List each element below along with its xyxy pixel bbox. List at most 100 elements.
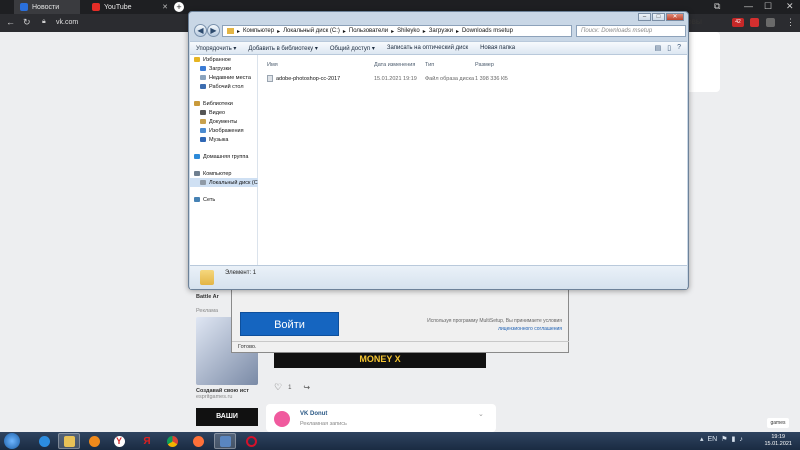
- extensions-icon[interactable]: [766, 18, 775, 27]
- breadcrumb-item[interactable]: Загрузки: [429, 28, 453, 34]
- network-icon[interactable]: ▮: [732, 435, 736, 443]
- breadcrumb-item[interactable]: Пользователи: [349, 28, 388, 34]
- libraries-icon: [194, 101, 200, 106]
- explorer-nav-bar: ◀ ▶ ▸ Компьютер ▸ Локальный диск (C:) ▸ Пол…: [192, 23, 686, 40]
- license-link[interactable]: лицензионного соглашения: [498, 326, 562, 332]
- maximize-button[interactable]: □: [652, 13, 665, 21]
- terms-text: Используя программу MultiSetup, Вы прини…: [422, 317, 562, 333]
- refresh-icon[interactable]: ↻: [23, 17, 31, 28]
- nav-local-disk[interactable]: Локальный диск (C: [190, 178, 258, 187]
- search-input[interactable]: Поиск: Downloads msetup: [576, 25, 686, 37]
- status-bar: Элемент: 1: [190, 265, 687, 289]
- breadcrumb[interactable]: ▸ Компьютер ▸ Локальный диск (C:) ▸ Пользов…: [222, 25, 572, 37]
- close-icon[interactable]: ✕: [786, 1, 794, 12]
- ad-domain: espritgames.ru: [196, 394, 233, 400]
- forward-button[interactable]: ▶: [207, 24, 220, 37]
- extension-badge[interactable]: 42: [732, 18, 744, 27]
- star-icon: [194, 57, 200, 62]
- minimize-button[interactable]: –: [638, 13, 651, 21]
- nav-recent[interactable]: Недавние места: [200, 73, 251, 82]
- login-button[interactable]: Войти: [240, 312, 339, 336]
- ad2-banner[interactable]: ВАШИ: [196, 408, 258, 426]
- share-icon[interactable]: ↪: [303, 383, 310, 392]
- clock[interactable]: 19:19 15.01.2021: [764, 434, 792, 448]
- nav-network[interactable]: Сеть: [194, 195, 215, 204]
- column-date[interactable]: Дата изменения: [374, 62, 415, 68]
- like-count: 1: [288, 384, 292, 391]
- breadcrumb-item[interactable]: Shileyko: [397, 28, 420, 34]
- network-icon: [194, 197, 200, 202]
- column-type[interactable]: Тип: [425, 62, 434, 68]
- taskbar-explorer[interactable]: [58, 433, 80, 449]
- navigation-pane: Избранное Загрузки Недавние места Рабочи…: [190, 55, 258, 265]
- chevron-down-icon[interactable]: ⌄: [478, 410, 484, 418]
- taskbar-yandex[interactable]: Я: [136, 433, 158, 449]
- donut-avatar[interactable]: [274, 411, 290, 427]
- post-author[interactable]: VK Donut: [300, 411, 327, 417]
- breadcrumb-item[interactable]: Локальный диск (C:): [283, 28, 340, 34]
- back-button[interactable]: ◀: [194, 24, 207, 37]
- share-button[interactable]: Общий доступ ▾: [324, 45, 381, 52]
- file-date: 15.01.2021 19:19: [374, 76, 417, 82]
- column-name[interactable]: Имя: [267, 62, 278, 68]
- start-button[interactable]: [4, 433, 20, 449]
- show-hidden-icons-icon[interactable]: ▴: [700, 435, 704, 443]
- url-field[interactable]: vk.com: [56, 17, 176, 29]
- preview-icon[interactable]: ▯: [667, 44, 671, 52]
- youtube-favicon-icon: [92, 3, 100, 11]
- back-icon[interactable]: ←: [6, 17, 15, 27]
- nav-downloads[interactable]: Загрузки: [200, 64, 231, 73]
- taskbar-yandex-browser[interactable]: Y: [108, 433, 130, 449]
- tab-youtube[interactable]: YouTube ✕: [86, 0, 172, 14]
- nav-video[interactable]: Видео: [200, 108, 225, 117]
- tab-news[interactable]: Новости: [14, 0, 80, 14]
- nav-documents[interactable]: Документы: [200, 117, 237, 126]
- nav-music[interactable]: Музыка: [200, 135, 228, 144]
- view-icon[interactable]: ▤: [655, 44, 662, 52]
- language-indicator[interactable]: EN: [708, 436, 718, 443]
- add-to-library-button[interactable]: Добавить в библиотеку ▾: [242, 45, 323, 52]
- nav-libraries[interactable]: Библиотеки: [194, 99, 233, 108]
- breadcrumb-item[interactable]: Компьютер: [243, 28, 274, 34]
- taskbar-ie[interactable]: [33, 433, 55, 449]
- games-badge[interactable]: games: [767, 418, 789, 428]
- nav-images[interactable]: Изображения: [200, 126, 244, 135]
- item-count: Элемент: 1: [225, 270, 257, 276]
- taskbar-setup[interactable]: [214, 433, 236, 449]
- new-folder-button[interactable]: Новая папка: [474, 45, 521, 51]
- view-controls: ▤ ▯ ?: [655, 44, 687, 52]
- nav-homegroup[interactable]: Домашняя группа: [194, 152, 248, 161]
- homegroup-icon: [194, 154, 200, 159]
- new-tab-button[interactable]: +: [174, 2, 184, 12]
- taskbar-firefox[interactable]: [187, 433, 209, 449]
- organize-button[interactable]: Упорядочить ▾: [190, 45, 242, 52]
- ublock-extension-icon[interactable]: [750, 18, 759, 27]
- minimize-icon[interactable]: —: [744, 1, 753, 11]
- explorer-icon: [63, 435, 75, 447]
- desktop-icon: [200, 84, 206, 89]
- taskbar-media[interactable]: [83, 433, 105, 449]
- nav-favorites[interactable]: Избранное: [194, 55, 231, 64]
- maximize-icon[interactable]: ☐: [764, 1, 772, 12]
- burn-button[interactable]: Записать на оптический диск: [381, 45, 474, 51]
- nav-computer[interactable]: Компьютер: [194, 169, 231, 178]
- taskbar-chrome[interactable]: [161, 433, 183, 449]
- restore-icon[interactable]: ⧉: [714, 1, 720, 12]
- disk-image-icon: [267, 75, 273, 82]
- setup-icon: [219, 435, 231, 447]
- taskbar-opera[interactable]: [240, 433, 262, 449]
- column-size[interactable]: Размер: [475, 62, 494, 68]
- menu-icon[interactable]: ⋮: [786, 17, 795, 28]
- like-icon[interactable]: ♡: [274, 382, 282, 393]
- close-button[interactable]: ✕: [666, 13, 684, 21]
- volume-icon[interactable]: ♪: [739, 436, 743, 443]
- explorer-window: – □ ✕ ◀ ▶ ▸ Компьютер ▸ Локальный диск (C:…: [188, 11, 689, 290]
- close-tab-icon[interactable]: ✕: [162, 3, 168, 11]
- help-icon[interactable]: ?: [677, 44, 681, 52]
- flag-icon[interactable]: ⚑: [721, 435, 727, 443]
- news-favicon-icon: [20, 3, 28, 11]
- nav-desktop[interactable]: Рабочий стол: [200, 82, 244, 91]
- computer-icon: [194, 171, 200, 176]
- recent-places-icon: [200, 75, 206, 80]
- breadcrumb-item[interactable]: Downloads msetup: [462, 28, 513, 34]
